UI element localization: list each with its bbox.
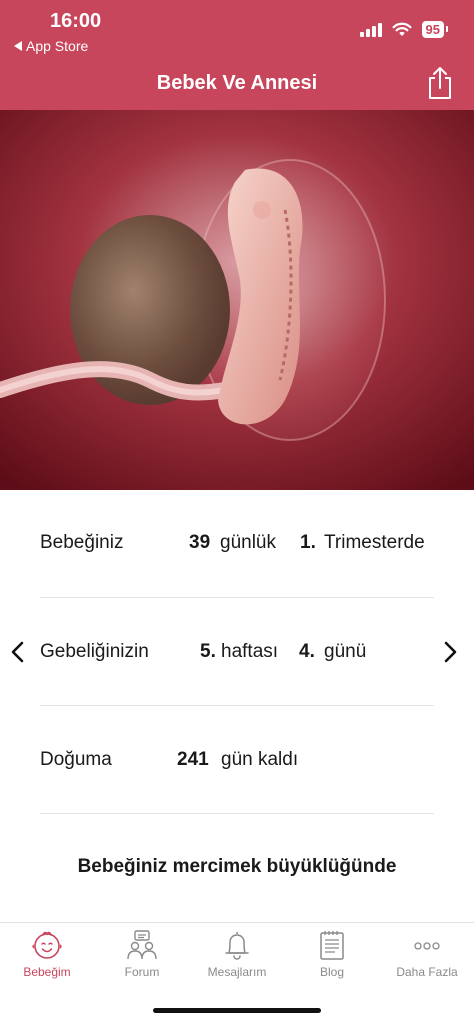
divider xyxy=(40,813,434,814)
week-value: 5. xyxy=(200,641,216,662)
back-app-label: App Store xyxy=(26,38,89,54)
due-date-row: Doğuma 241 gün kaldı xyxy=(0,745,474,775)
status-indicators: 95 xyxy=(359,21,449,38)
tab-label: Forum xyxy=(124,965,160,979)
next-day-chevron-icon[interactable] xyxy=(440,640,460,664)
day-value: 4. xyxy=(299,641,315,662)
status-time: 16:00 xyxy=(50,10,102,32)
notepad-icon xyxy=(320,931,344,960)
embryo-illustration xyxy=(0,110,474,490)
baby-face-icon xyxy=(32,931,62,959)
tab-bebegim[interactable]: Bebeğim xyxy=(0,929,94,979)
trimester-unit: Trimesterde xyxy=(324,532,425,553)
share-icon[interactable] xyxy=(426,66,454,100)
tab-label: Daha Fazla xyxy=(396,965,458,979)
tab-blog[interactable]: Blog xyxy=(285,929,379,979)
week-unit: haftası xyxy=(221,641,279,662)
tab-mesajlarim[interactable]: Mesajlarım xyxy=(190,929,284,979)
tab-label: Blog xyxy=(319,965,345,979)
tab-daha-fazla[interactable]: Daha Fazla xyxy=(380,929,474,979)
due-date-label: Doğuma xyxy=(40,749,112,770)
remaining-days-unit: gün kaldı xyxy=(221,749,299,770)
remaining-days-value: 241 xyxy=(177,749,209,770)
divider xyxy=(40,597,434,598)
back-to-app-store-link[interactable]: App Store xyxy=(14,38,88,54)
top-bar: 16:00 App Store 95 Bebek Ve Annesi xyxy=(0,0,474,110)
cellular-signal-icon xyxy=(359,22,382,37)
divider xyxy=(40,705,434,706)
baby-size-caption: Bebeğiniz mercimek büyüklüğünde xyxy=(77,856,397,877)
pregnancy-week-label: Gebeliğinizin xyxy=(40,641,149,662)
tab-label: Mesajlarım xyxy=(207,965,267,979)
trimester-value: 1. xyxy=(300,532,316,553)
home-indicator[interactable] xyxy=(153,1008,321,1013)
baby-age-label: Bebeğiniz xyxy=(40,532,124,553)
more-dots-icon xyxy=(414,942,440,950)
baby-age-row: Bebeğiniz 39 günlük 1. Trimesterde xyxy=(0,528,474,558)
tab-forum[interactable]: Forum xyxy=(95,929,189,979)
wifi-icon xyxy=(392,22,412,36)
day-unit: günü xyxy=(324,641,367,662)
back-arrow-icon xyxy=(14,41,22,51)
bell-icon xyxy=(225,932,249,960)
forum-people-icon xyxy=(127,930,157,960)
baby-age-days-value: 39 xyxy=(189,532,211,553)
tab-label: Bebeğim xyxy=(23,965,71,979)
page-title: Bebek Ve Annesi xyxy=(156,72,318,94)
pregnancy-week-row: Gebeliğinizin 5. haftası 4. günü xyxy=(0,637,474,667)
baby-age-days-unit: günlük xyxy=(220,532,276,553)
battery-icon: 95 xyxy=(421,21,449,38)
